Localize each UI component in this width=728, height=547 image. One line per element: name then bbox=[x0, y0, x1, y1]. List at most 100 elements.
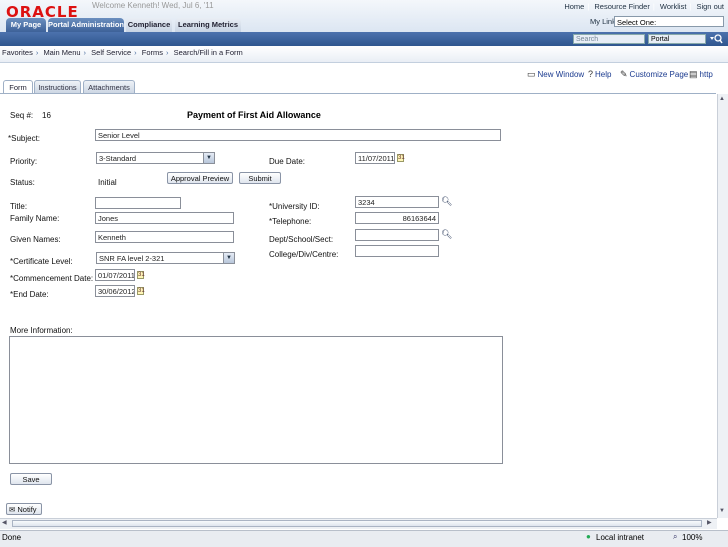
search-scope-select[interactable]: Portal bbox=[648, 34, 706, 44]
dept-input[interactable] bbox=[355, 229, 439, 241]
top-links: Home | Resource Finder | Worklist | Sign ou… bbox=[564, 2, 724, 11]
certificate-level-value: SNR FA level 2-321 bbox=[99, 254, 165, 263]
certificate-level-label: *Certificate Level: bbox=[10, 257, 73, 266]
certificate-level-select[interactable]: SNR FA level 2-321 ▼ bbox=[96, 252, 235, 264]
customize-page-link[interactable]: ✎ Customize Page bbox=[620, 69, 688, 80]
breadcrumb-self-service[interactable]: Self Service bbox=[91, 48, 131, 57]
status-text: Done bbox=[2, 533, 22, 542]
search-icon[interactable]: 🔍︎ bbox=[441, 196, 452, 207]
submit-button[interactable]: Submit bbox=[239, 172, 281, 184]
pencil-icon: ✎ bbox=[620, 69, 628, 79]
tab-compliance[interactable]: Compliance bbox=[126, 18, 172, 32]
breadcrumb-forms[interactable]: Forms bbox=[142, 48, 163, 57]
scroll-left-icon[interactable]: ◀ bbox=[2, 519, 7, 526]
tab-portal-administration[interactable]: Portal Administration bbox=[48, 18, 124, 32]
horizontal-scroll-thumb[interactable] bbox=[12, 520, 702, 527]
zoom-level[interactable]: 100% bbox=[682, 533, 702, 542]
zoom-icon: ⌕ bbox=[673, 532, 678, 541]
welcome-text: Welcome Kenneth! Wed, Jul 6, '11 bbox=[92, 1, 214, 10]
telephone-input[interactable]: 86163644 bbox=[355, 212, 439, 224]
due-date-label: Due Date: bbox=[269, 157, 306, 166]
status-value: Initial bbox=[98, 178, 117, 187]
resource-finder-link[interactable]: Resource Finder bbox=[594, 2, 649, 11]
breadcrumb: Favorites › Main Menu › Self Service › Form… bbox=[2, 48, 243, 57]
commencement-date-input[interactable]: 01/07/2011 bbox=[95, 269, 135, 281]
home-link[interactable]: Home bbox=[564, 2, 584, 11]
chevron-down-icon: ▼ bbox=[203, 153, 214, 163]
university-id-label: *University ID: bbox=[269, 202, 320, 211]
subject-label: *Subject: bbox=[8, 134, 41, 143]
chevron-right-icon: › bbox=[166, 48, 169, 57]
help-label: Help bbox=[595, 70, 612, 79]
more-information-label: More Information: bbox=[10, 326, 73, 335]
tab-my-page[interactable]: My Page bbox=[6, 18, 46, 32]
http-label: http bbox=[699, 70, 713, 79]
seq-value: 16 bbox=[42, 111, 51, 120]
title-input[interactable] bbox=[95, 197, 181, 209]
due-date-input[interactable]: 11/07/2011 bbox=[355, 152, 395, 164]
tab-divider bbox=[0, 93, 716, 94]
breadcrumb-main-menu[interactable]: Main Menu bbox=[43, 48, 80, 57]
window-icon: ▭ bbox=[527, 69, 536, 79]
notify-button[interactable]: ✉ Notify bbox=[6, 503, 42, 515]
scroll-down-icon[interactable]: ▼ bbox=[719, 508, 725, 514]
breadcrumb-favorites[interactable]: Favorites bbox=[2, 48, 33, 57]
given-names-input[interactable]: Kenneth bbox=[95, 231, 234, 243]
magnifier-icon bbox=[710, 34, 723, 44]
title-label: Title: bbox=[10, 202, 28, 211]
new-window-label: New Window bbox=[537, 70, 585, 79]
college-label: College/Div/Centre: bbox=[269, 250, 339, 259]
security-zone: Local intranet bbox=[596, 533, 645, 542]
notify-label: Notify bbox=[17, 505, 37, 514]
end-date-label: *End Date: bbox=[10, 290, 49, 299]
university-id-input[interactable]: 3234 bbox=[355, 196, 439, 208]
scroll-up-icon[interactable]: ▲ bbox=[719, 96, 725, 102]
college-input[interactable] bbox=[355, 245, 439, 257]
status-label: Status: bbox=[10, 178, 35, 187]
my-links-select[interactable]: Select One: bbox=[614, 16, 724, 27]
worklist-link[interactable]: Worklist bbox=[660, 2, 687, 11]
breadcrumb-search-fill-form[interactable]: Search/Fill in a Form bbox=[174, 48, 243, 57]
priority-value: 3-Standard bbox=[99, 154, 137, 163]
chevron-right-icon: › bbox=[134, 48, 137, 57]
calendar-icon[interactable]: 31 bbox=[397, 154, 405, 162]
intranet-icon: ● bbox=[586, 532, 591, 541]
tab-attachments[interactable]: Attachments bbox=[83, 80, 135, 93]
scroll-right-icon[interactable]: ▶ bbox=[707, 519, 712, 526]
priority-label: Priority: bbox=[10, 157, 38, 166]
approval-preview-button[interactable]: Approval Preview bbox=[167, 172, 233, 184]
calendar-icon[interactable]: 31 bbox=[137, 271, 145, 279]
subject-input[interactable]: Senior Level bbox=[95, 129, 501, 141]
search-input[interactable]: Search bbox=[573, 34, 645, 44]
family-name-label: Family Name: bbox=[10, 214, 60, 223]
chevron-down-icon: ▼ bbox=[223, 253, 234, 263]
tab-learning-metrics[interactable]: Learning Metrics bbox=[175, 18, 241, 32]
end-date-input[interactable]: 30/06/2012 bbox=[95, 285, 135, 297]
chevron-right-icon: › bbox=[35, 48, 39, 57]
new-window-link[interactable]: ▭ New Window bbox=[527, 69, 584, 80]
tab-form[interactable]: Form bbox=[3, 80, 33, 93]
sign-out-link[interactable]: Sign out bbox=[696, 2, 724, 11]
page-icon: ▤ bbox=[689, 69, 698, 79]
help-icon: ? bbox=[588, 69, 594, 79]
vertical-scrollbar[interactable] bbox=[717, 94, 728, 518]
help-link[interactable]: ? Help bbox=[588, 69, 611, 79]
http-link[interactable]: ▤ http bbox=[689, 69, 713, 80]
form-title: Payment of First Aid Allowance bbox=[187, 110, 321, 120]
given-names-label: Given Names: bbox=[10, 235, 61, 244]
calendar-icon[interactable]: 31 bbox=[137, 287, 145, 295]
tab-instructions[interactable]: Instructions bbox=[34, 80, 81, 93]
search-go-button[interactable] bbox=[709, 34, 725, 44]
more-information-textarea[interactable] bbox=[9, 336, 503, 464]
customize-page-label: Customize Page bbox=[629, 70, 689, 79]
priority-select[interactable]: 3-Standard ▼ bbox=[96, 152, 215, 164]
commencement-date-label: *Commencement Date: bbox=[10, 274, 94, 283]
dept-label: Dept/School/Sect: bbox=[269, 235, 334, 244]
save-button[interactable]: Save bbox=[10, 473, 52, 485]
seq-label: Seq #: bbox=[10, 111, 34, 120]
family-name-input[interactable]: Jones bbox=[95, 212, 234, 224]
chevron-right-icon: › bbox=[83, 48, 87, 57]
search-icon[interactable]: 🔍︎ bbox=[441, 229, 452, 240]
notify-icon: ✉ bbox=[9, 505, 16, 514]
telephone-label: *Telephone: bbox=[269, 217, 312, 226]
